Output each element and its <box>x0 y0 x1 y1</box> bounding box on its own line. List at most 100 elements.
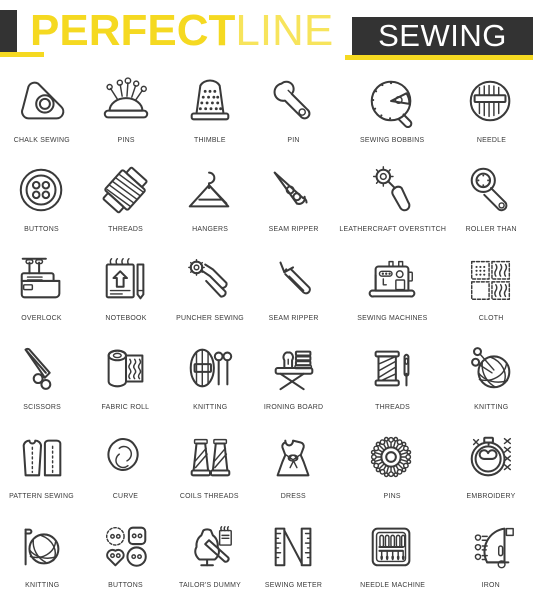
icon-label: COILS THREADS <box>180 491 240 500</box>
notebook-pencil-icon <box>96 250 156 308</box>
icon-label: THIMBLE <box>193 135 226 144</box>
rotary-cutter-icon <box>461 161 521 219</box>
french-curve-icon <box>96 428 156 486</box>
icon-label: PINS <box>383 491 401 500</box>
icon-cell[interactable]: THREADS <box>336 335 449 424</box>
icon-cell[interactable]: NEEDLE MACHINE <box>336 513 449 602</box>
icon-cell[interactable]: CURVE <box>84 424 168 513</box>
category-badge-label: SEWING <box>378 18 507 53</box>
fabric-roll-icon <box>96 339 156 397</box>
icon-cell[interactable]: PINS <box>84 68 168 157</box>
sewing-machine-icon <box>362 250 422 308</box>
knitting-needles-yarn-icon <box>180 339 240 397</box>
pattern-pieces-icon <box>12 428 72 486</box>
icon-cell[interactable]: SEWING METER <box>252 513 336 602</box>
icon-label: KNITTING <box>24 580 60 589</box>
icon-label: HANGERS <box>191 224 228 233</box>
icon-label: PIN <box>287 135 300 144</box>
icon-label: KNITTING <box>192 402 227 411</box>
overlock-machine-icon <box>12 250 72 308</box>
icon-cell[interactable]: NOTEBOOK <box>84 246 168 335</box>
icon-cell[interactable]: OVERLOCK <box>0 246 84 335</box>
sewing-bobbin-icon <box>362 72 422 130</box>
icon-cell[interactable]: CLOTH <box>449 246 533 335</box>
icon-label: PATTERN SEWING <box>9 491 75 500</box>
icon-cell[interactable]: EMBROIDERY <box>449 424 533 513</box>
icon-cell[interactable]: LEATHERCRAFT OVERSTITCH <box>336 157 449 246</box>
icon-cell[interactable]: NEEDLE <box>449 68 533 157</box>
needle-machine-icon <box>362 517 422 575</box>
iron-icon <box>461 517 521 575</box>
icon-cell[interactable]: SEWING MACHINES <box>336 246 449 335</box>
icon-label: IRON <box>481 580 501 589</box>
icon-cell[interactable]: IRONING BOARD <box>252 335 336 424</box>
buttons-shapes-icon <box>96 517 156 575</box>
ironing-board-icon <box>264 339 324 397</box>
yarn-ball-needle-icon <box>12 517 72 575</box>
dress-icon <box>264 428 324 486</box>
tailors-dummy-icon <box>180 517 240 575</box>
icon-cell[interactable]: SEAM RIPPER <box>252 157 336 246</box>
thread-spool-needle-icon <box>362 339 422 397</box>
thread-cones-icon <box>180 428 240 486</box>
icon-cell[interactable]: DRESS <box>252 424 336 513</box>
icon-label: SEAM RIPPER <box>268 313 319 322</box>
icon-cell[interactable]: IRON <box>449 513 533 602</box>
icon-cell[interactable]: BUTTONS <box>84 513 168 602</box>
hanger-icon <box>180 161 240 219</box>
icon-cell[interactable]: TAILOR'S DUMMY <box>168 513 252 602</box>
icon-label: SEWING MACHINES <box>357 313 428 322</box>
page-title: PERFECTLINE <box>30 8 333 54</box>
button-icon <box>12 161 72 219</box>
header-yellow-strip-right <box>345 55 533 60</box>
icon-label: KNITTING <box>473 402 509 411</box>
icon-label: NOTEBOOK <box>105 313 147 322</box>
icon-cell[interactable]: PATTERN SEWING <box>0 424 84 513</box>
seam-ripper-shears-icon <box>264 161 324 219</box>
puncher-pliers-icon <box>180 250 240 308</box>
icon-label: TAILOR'S DUMMY <box>178 580 241 589</box>
icon-label: PINS <box>117 135 135 144</box>
icon-cell[interactable]: CHALK SEWING <box>0 68 84 157</box>
poster-header: PERFECTLINE SEWING <box>0 0 533 68</box>
icon-cell[interactable]: ROLLER THAN <box>449 157 533 246</box>
yarn-ball-pins-icon <box>461 339 521 397</box>
icon-label: ROLLER THAN <box>465 224 517 233</box>
icon-cell[interactable]: COILS THREADS <box>168 424 252 513</box>
icon-label: SCISSORS <box>23 402 61 411</box>
thread-spool-diagonal-icon <box>96 161 156 219</box>
scissors-icon <box>12 339 72 397</box>
icon-cell[interactable]: HANGERS <box>168 157 252 246</box>
icon-cell[interactable]: THREADS <box>84 157 168 246</box>
chalk-sewing-icon <box>12 72 72 130</box>
icon-cell[interactable]: SEAM RIPPER <box>252 246 336 335</box>
embroidery-hoop-icon <box>461 428 521 486</box>
icon-cell[interactable]: THIMBLE <box>168 68 252 157</box>
icon-cell[interactable]: BUTTONS <box>0 157 84 246</box>
title-bold-word: PERFECT <box>30 6 236 55</box>
icon-cell[interactable]: PUNCHER SEWING <box>168 246 252 335</box>
icon-label: CLOTH <box>478 313 504 322</box>
pin-cushion-icon <box>96 72 156 130</box>
icon-cell[interactable]: KNITTING <box>168 335 252 424</box>
icon-grid: CHALK SEWING PINS THIMBLE PIN SEWING BOBBINS… <box>0 68 533 602</box>
icon-label: PUNCHER SEWING <box>175 313 244 322</box>
icon-cell[interactable]: KNITTING <box>0 513 84 602</box>
icon-label: THREADS <box>108 224 144 233</box>
icon-cell[interactable]: PINS <box>336 424 449 513</box>
icon-label: CHALK SEWING <box>13 135 70 144</box>
icon-label: THREADS <box>374 402 410 411</box>
icon-cell[interactable]: PIN <box>252 68 336 157</box>
icon-label: CURVE <box>113 491 139 500</box>
category-badge: SEWING <box>352 17 533 55</box>
icon-label: FABRIC ROLL <box>101 402 150 411</box>
icon-label: LEATHERCRAFT OVERSTITCH <box>339 224 446 233</box>
icon-label: BUTTONS <box>24 224 60 233</box>
icon-cell[interactable]: KNITTING <box>449 335 533 424</box>
sewing-meter-icon <box>264 517 324 575</box>
icon-cell[interactable]: SCISSORS <box>0 335 84 424</box>
pin-wheel-icon <box>362 428 422 486</box>
icon-cell[interactable]: SEWING BOBBINS <box>336 68 449 157</box>
icon-label: DRESS <box>281 491 307 500</box>
icon-cell[interactable]: FABRIC ROLL <box>84 335 168 424</box>
